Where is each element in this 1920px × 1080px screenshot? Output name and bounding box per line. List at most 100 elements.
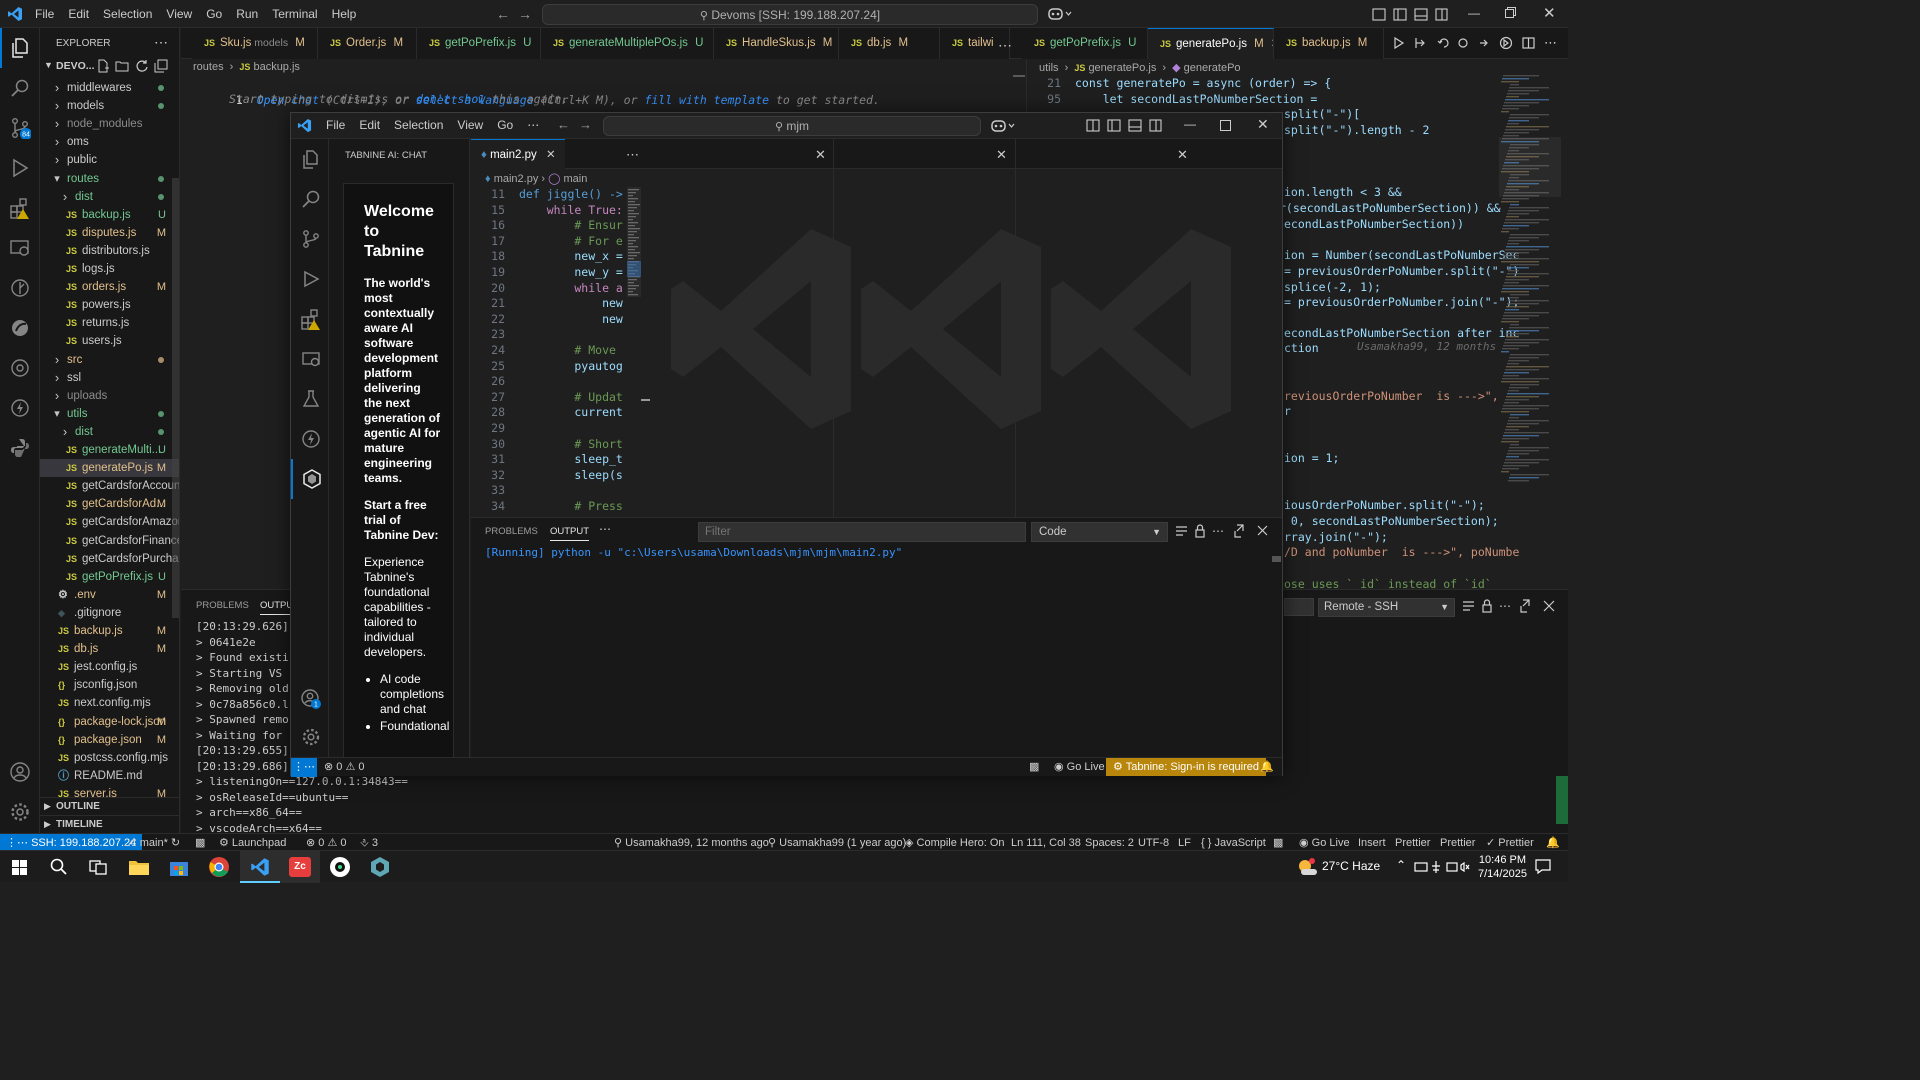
editor-tab[interactable]: JS HandleSkus.js M [714, 28, 839, 59]
tabnine-status[interactable]: ⚙ Tabnine: Sign-in is required [1106, 758, 1267, 776]
timeline-section[interactable]: ▶ TIMELINE [40, 815, 179, 833]
app-icon[interactable] [329, 856, 351, 878]
inner-command-center[interactable]: ⚲ mjm [603, 116, 981, 136]
more-actions-icon[interactable]: ⋯ [599, 522, 611, 536]
tabnine-icon[interactable] [291, 459, 331, 499]
copilot-status-icon[interactable]: ▩ [1029, 758, 1039, 776]
folder-item[interactable]: ▾ utils [40, 405, 179, 423]
file-item[interactable]: JS distributors.js [40, 242, 179, 260]
file-item[interactable]: ⓘ README.md [40, 767, 179, 785]
more-actions-icon[interactable]: ⋯ [154, 34, 168, 51]
file-item[interactable]: JS backup.js M [40, 622, 179, 640]
run-debug-icon[interactable] [291, 259, 331, 299]
search-icon[interactable] [0, 68, 40, 108]
python-icon[interactable] [0, 428, 40, 468]
file-explorer-icon[interactable] [128, 857, 150, 877]
dont-show-link[interactable]: don't show [416, 92, 485, 106]
task-view-icon[interactable] [89, 858, 107, 876]
file-item[interactable]: JS jest.config.js [40, 658, 179, 676]
breadcrumb-file[interactable]: backup.js [253, 61, 299, 73]
panel-tab-problems[interactable]: PROBLEMS [485, 526, 538, 537]
collapse-all-icon[interactable] [154, 59, 168, 73]
inner-editor-main2[interactable]: ♦ main2.py ✕ ⋯ ♦ main2.py › ◯ main 11 def… [471, 139, 651, 517]
inner-maximize-button[interactable] [1220, 120, 1231, 131]
panel-tab-problems[interactable]: PROBLEMS [196, 600, 249, 611]
chrome-icon[interactable] [208, 856, 230, 878]
restore-button[interactable] [1505, 7, 1516, 18]
folder-item[interactable]: › dist [40, 188, 179, 206]
editor-tab[interactable]: JSgeneratePo.js M✕ [1148, 28, 1274, 59]
gitlens-icon[interactable] [0, 268, 40, 308]
thunder-client-icon[interactable] [0, 388, 40, 428]
thunder-client-icon[interactable] [291, 419, 331, 459]
editor-tab[interactable]: JS getPoPrefix.js U [417, 28, 541, 59]
manage-gear-icon[interactable] [0, 792, 40, 832]
file-item[interactable]: JS powers.js [40, 296, 179, 314]
scroll-thumb[interactable] [641, 399, 650, 401]
copilot-icon[interactable] [1048, 7, 1072, 21]
file-item[interactable]: {} jsconfig.json [40, 676, 179, 694]
source-control-icon[interactable]: 84 [0, 108, 40, 148]
forward-arrow-icon[interactable]: → [579, 117, 592, 132]
action-center-icon[interactable] [1535, 858, 1551, 874]
output-channel-select[interactable]: Remote - SSH ▼ [1318, 598, 1455, 617]
menu-view[interactable]: View [159, 0, 199, 28]
file-item[interactable]: JS db.js M [40, 640, 179, 658]
forward-arrow-icon[interactable]: → [518, 6, 532, 22]
new-folder-icon[interactable] [115, 59, 129, 73]
menu-file[interactable]: File [28, 0, 61, 28]
file-item[interactable]: JS orders.js M [40, 278, 179, 296]
copilot-icon[interactable] [991, 119, 1015, 133]
file-item[interactable]: {} package-lock.json M [40, 713, 179, 731]
windows-start-icon[interactable] [12, 860, 27, 875]
file-item[interactable]: JS returns.js [40, 314, 179, 332]
folder-item[interactable]: › oms [40, 133, 179, 151]
extensions-icon[interactable] [0, 188, 40, 228]
weather-text[interactable]: 27°C Haze [1322, 859, 1380, 873]
file-item[interactable]: JS backup.js U [40, 206, 179, 224]
file-item[interactable]: JS postcss.config.mjs [40, 749, 179, 767]
file-item[interactable]: JS generatePo.js M [40, 459, 179, 478]
breadcrumb-folder[interactable]: routes [193, 61, 224, 73]
folder-item[interactable]: › node_modules [40, 115, 179, 133]
side-notification-strip[interactable] [1556, 776, 1568, 824]
panel-tab-output[interactable]: OUTPUT [550, 526, 590, 541]
folder-item[interactable]: › models [40, 97, 179, 115]
filter-input[interactable] [698, 522, 1026, 542]
back-arrow-icon[interactable]: ← [496, 6, 510, 22]
inner-menu-edit[interactable]: Edit [352, 112, 387, 138]
accounts-icon[interactable]: 1 [291, 679, 331, 719]
source-control-icon[interactable] [291, 219, 331, 259]
filter-input[interactable] [1284, 598, 1314, 616]
explorer-icon[interactable] [0, 28, 40, 68]
menu-edit[interactable]: Edit [61, 0, 96, 28]
file-item[interactable]: JS users.js [40, 332, 179, 350]
file-item[interactable]: JS getPoPrefix.js U [40, 568, 179, 586]
more-actions-icon[interactable]: ⋯ [626, 147, 639, 163]
manage-gear-icon[interactable] [291, 717, 331, 757]
store-icon[interactable] [169, 857, 189, 877]
folder-item[interactable]: › dist [40, 423, 179, 441]
search-icon[interactable] [50, 858, 68, 876]
inner-menu-go[interactable]: Go [490, 112, 520, 138]
file-item[interactable]: JS disputes.js M [40, 224, 179, 242]
explorer-scrollbar[interactable] [172, 178, 179, 618]
minimize-button[interactable]: — [1468, 6, 1480, 20]
file-item[interactable]: JS getCardsforAd... M [40, 495, 179, 513]
fill-template-link[interactable]: fill with template [644, 93, 769, 107]
tray-chevron-up-icon[interactable]: ⌃ [1396, 858, 1406, 872]
refresh-icon[interactable] [135, 59, 149, 73]
run-debug-icon[interactable] [0, 148, 40, 188]
file-item[interactable]: {} package.json M [40, 731, 179, 749]
search-icon[interactable] [291, 179, 331, 219]
editor-tab[interactable]: JS backup.js M [1274, 28, 1384, 59]
close-group-icon[interactable]: ✕ [1177, 147, 1188, 163]
menu-help[interactable]: Help [325, 0, 364, 28]
breadcrumb-file[interactable]: main2.py [494, 173, 539, 185]
clock-date[interactable]: 7/14/2025 [1478, 868, 1527, 880]
explorer-icon[interactable] [291, 139, 331, 179]
accounts-icon[interactable] [0, 752, 40, 792]
close-window-button[interactable]: ✕ [1543, 4, 1556, 22]
file-item[interactable]: ◆ .gitignore [40, 604, 179, 622]
outline-section[interactable]: ▶ OUTLINE [40, 797, 179, 815]
